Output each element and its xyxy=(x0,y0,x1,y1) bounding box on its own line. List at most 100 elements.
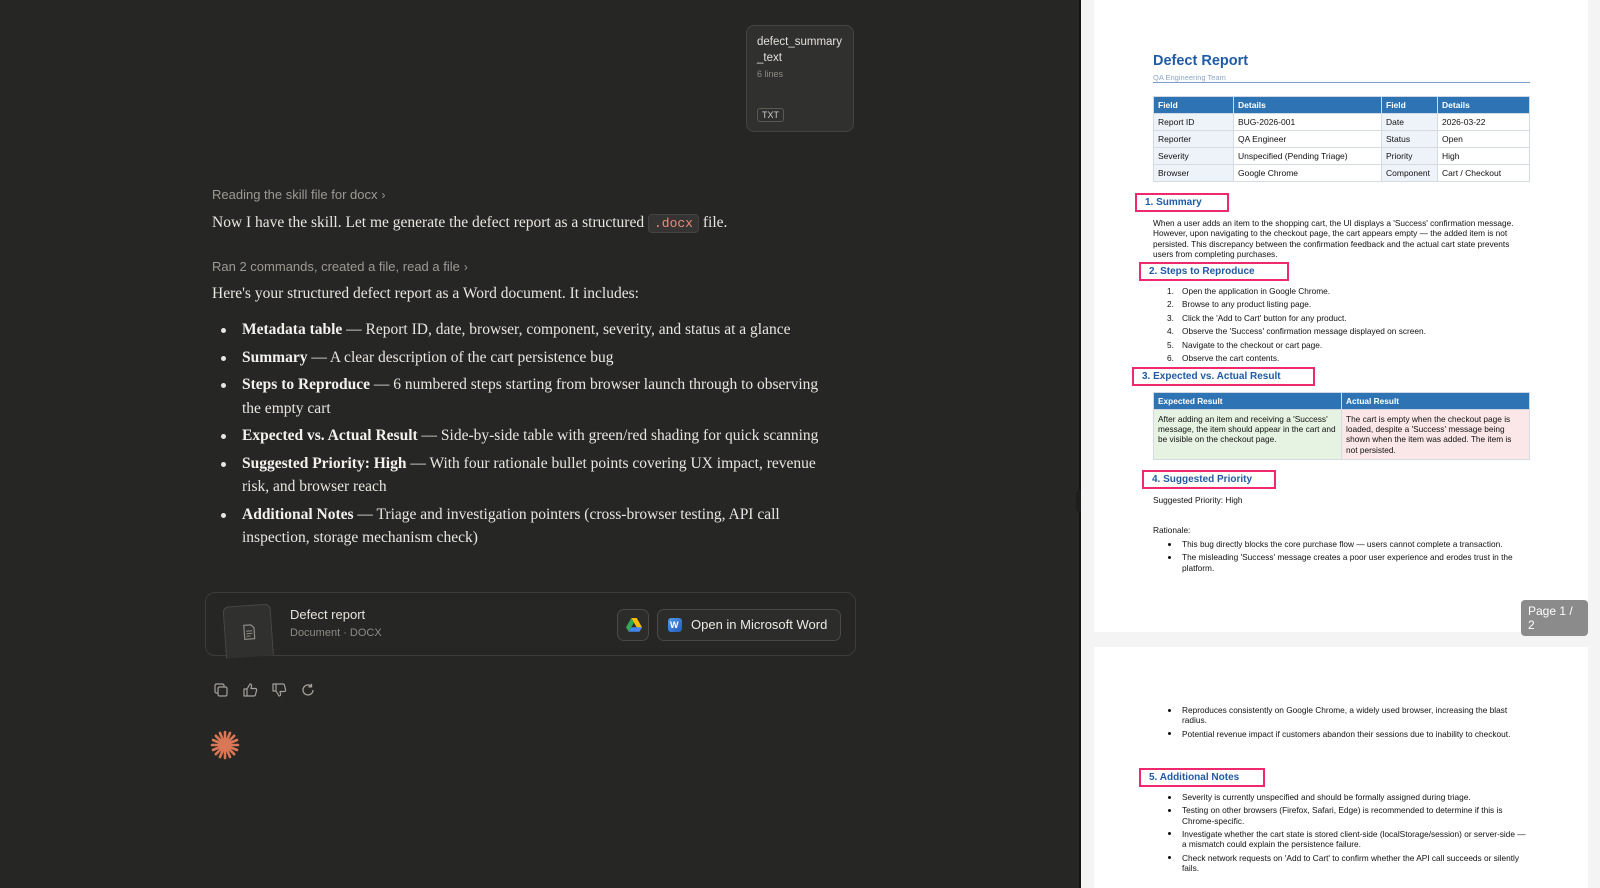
list-item: Investigate whether the cart state is st… xyxy=(1153,829,1530,849)
cell: Report ID xyxy=(1153,113,1234,131)
item-title: Steps to Reproduce xyxy=(242,376,371,393)
title-rule xyxy=(1153,82,1530,83)
actual-cell: The cart is empty when the checkout page… xyxy=(1341,409,1530,460)
item-text: — A clear description of the cart persis… xyxy=(307,348,614,366)
cell: 2026-03-22 xyxy=(1437,113,1530,131)
microsoft-word-icon xyxy=(668,610,682,640)
cell: High xyxy=(1437,147,1530,165)
table-row: Report ID BUG-2026-001 Date 2026-03-22 xyxy=(1153,113,1530,131)
inline-code: .docx xyxy=(647,214,699,233)
list-item: 4. Observe the 'Success' confirmation mes… xyxy=(1167,326,1426,337)
list-item: Testing on other browsers (Firefox, Safa… xyxy=(1153,805,1530,826)
list-item: This bug directly blocks the core purcha… xyxy=(1153,539,1530,549)
table-row: Browser Google Chrome Component Cart / C… xyxy=(1153,164,1530,182)
list-item: Severity is currently unspecified and sh… xyxy=(1153,792,1530,802)
cell: BUG-2026-001 xyxy=(1233,113,1382,131)
list-item: 1. Open the application in Google Chrome. xyxy=(1167,286,1331,296)
tool-step-reading-skill[interactable]: Reading the skill file for docx › xyxy=(212,187,385,202)
table-header-row: Field Details Field Details xyxy=(1153,96,1530,114)
list-item: Reproduces consistently on Google Chrome… xyxy=(1153,705,1530,725)
cell: QA Engineer xyxy=(1233,130,1382,148)
generated-file-card[interactable]: Defect report Document · DOCX Open in Mi… xyxy=(205,592,856,659)
chevron-right-icon: › xyxy=(463,260,468,274)
column-header: Details xyxy=(1233,96,1382,114)
doc-title: Defect Report xyxy=(1153,53,1249,69)
list-item: Steps to Reproduce — 6 numbered steps st… xyxy=(212,373,822,420)
list-item: 3. Click the 'Add to Cart' button for any… xyxy=(1167,312,1347,323)
document-thumbnail xyxy=(222,603,274,659)
cell: Google Chrome xyxy=(1233,164,1382,182)
thumbs-up-icon[interactable] xyxy=(241,681,259,699)
list-item: The misleading 'Success' message creates… xyxy=(1153,552,1530,573)
list-item: Expected vs. Actual Result — Side-by-sid… xyxy=(212,424,822,448)
section-heading-expected-actual: 3. Expected vs. Actual Result xyxy=(1132,367,1315,386)
item-title: Summary xyxy=(242,348,308,366)
item-title: Suggested Priority: High xyxy=(242,454,407,472)
section-heading-steps: 2. Steps to Reproduce xyxy=(1139,262,1289,281)
step-text: Observe the cart contents. xyxy=(1182,352,1280,363)
document-page-1: Defect Report QA Engineering Team Field … xyxy=(1094,0,1588,636)
document-page-2: Reproduces consistently on Google Chrome… xyxy=(1094,647,1588,888)
table-row: After adding an item and receiving a 'Su… xyxy=(1153,409,1530,460)
column-header: Details xyxy=(1437,96,1530,114)
claude-spark-icon xyxy=(210,730,240,765)
cell: Component xyxy=(1381,164,1438,182)
doc-subtitle: QA Engineering Team xyxy=(1153,73,1226,82)
tool-step-ran-commands[interactable]: Ran 2 commands, created a file, read a f… xyxy=(212,259,468,274)
section-heading-notes: 5. Additional Notes xyxy=(1139,768,1265,787)
step-text: Browse to any product listing page. xyxy=(1182,299,1312,310)
file-subtitle: Document · DOCX xyxy=(290,627,382,639)
thumbs-down-icon[interactable] xyxy=(270,681,288,699)
steps-list: 1. Open the application in Google Chrome.… xyxy=(1153,286,1530,366)
file-title: Defect report xyxy=(290,607,366,622)
section-heading-summary: 1. Summary xyxy=(1135,193,1229,212)
cell: Unspecified (Pending Triage) xyxy=(1233,147,1382,165)
item-title: Expected vs. Actual Result xyxy=(242,427,418,444)
button-label: Open in Microsoft Word xyxy=(691,617,828,632)
open-in-word-button[interactable]: Open in Microsoft Word xyxy=(657,609,841,641)
table-header-row: Expected Result Actual Result xyxy=(1153,392,1530,410)
list-item: Summary — A clear description of the car… xyxy=(212,346,822,370)
column-header: Field xyxy=(1153,96,1234,114)
save-to-drive-button[interactable] xyxy=(617,609,649,641)
list-item: Check network requests on 'Add to Cart' … xyxy=(1153,853,1530,873)
item-text: — Side-by-side table with green/red shad… xyxy=(417,427,819,444)
step-text: Open the application in Google Chrome. xyxy=(1182,286,1331,296)
assistant-paragraph-1: Now I have the skill. Let me generate th… xyxy=(212,214,728,233)
cell: Reporter xyxy=(1153,130,1234,148)
list-item: Potential revenue impact if customers ab… xyxy=(1153,729,1530,739)
column-header: Actual Result xyxy=(1341,392,1530,410)
list-item: 6. Observe the cart contents. xyxy=(1167,352,1280,363)
list-item: Suggested Priority: High — With four rat… xyxy=(212,452,822,499)
table-row: Severity Unspecified (Pending Triage) Pr… xyxy=(1153,147,1530,165)
chat-pane: defect_summary_text 6 lines TXT Reading … xyxy=(0,0,1079,888)
tool-step-label: Ran 2 commands, created a file, read a f… xyxy=(212,259,460,274)
cell: Severity xyxy=(1153,147,1234,165)
paragraph-text: file. xyxy=(702,214,728,231)
cell: Status xyxy=(1381,130,1438,148)
retry-icon[interactable] xyxy=(299,681,317,699)
item-title: Metadata table xyxy=(242,321,343,338)
section-heading-priority: 4. Suggested Priority xyxy=(1142,470,1276,489)
attachment-card[interactable]: defect_summary_text 6 lines TXT xyxy=(746,25,854,132)
cell: Priority xyxy=(1381,147,1438,165)
column-header: Field xyxy=(1381,96,1438,114)
rationale-list-continued: Reproduces consistently on Google Chrome… xyxy=(1153,705,1530,742)
column-header: Expected Result xyxy=(1153,392,1342,410)
step-text: Navigate to the checkout or cart page. xyxy=(1182,339,1323,350)
attachment-name: defect_summary_text xyxy=(757,36,843,64)
priority-line: Suggested Priority: High xyxy=(1153,495,1243,505)
assistant-paragraph-2: Here's your structured defect report as … xyxy=(212,285,639,302)
table-row: Reporter QA Engineer Status Open xyxy=(1153,130,1530,148)
feature-list: Metadata table — Report ID, date, browse… xyxy=(212,318,822,554)
paragraph-text: Now I have the skill. Let me generate th… xyxy=(212,214,645,231)
cell: Cart / Checkout xyxy=(1437,164,1530,182)
message-actions xyxy=(212,681,317,699)
cell: Date xyxy=(1381,113,1438,131)
copy-icon[interactable] xyxy=(212,681,230,699)
expected-actual-table: Expected Result Actual Result After addi… xyxy=(1153,392,1530,460)
document-preview: Defect Report QA Engineering Team Field … xyxy=(1081,0,1600,888)
chevron-right-icon: › xyxy=(381,188,386,202)
step-text: Click the 'Add to Cart' button for any p… xyxy=(1182,312,1347,323)
summary-text: When a user adds an item to the shopping… xyxy=(1153,218,1514,260)
